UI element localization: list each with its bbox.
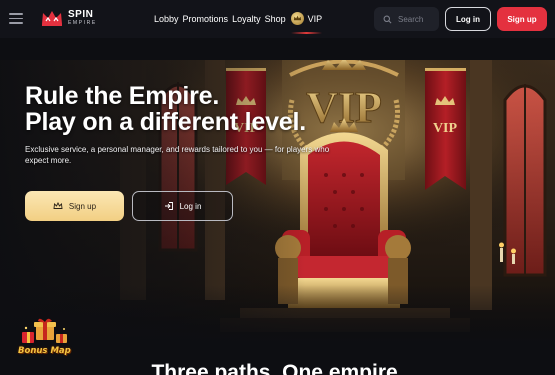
bonus-map-label: Bonus Map (18, 346, 71, 356)
search-icon (383, 15, 392, 23)
nav-item-promotions[interactable]: Promotions (183, 14, 229, 24)
hero-login-label: Log in (179, 201, 202, 211)
hero-signup-label: Sign up (68, 201, 97, 211)
active-nav-indicator (290, 32, 323, 34)
search-box[interactable] (374, 7, 439, 31)
nav-item-loyalty[interactable]: Loyalty (232, 14, 261, 24)
hero-login-button[interactable]: Log in (132, 191, 233, 221)
gift-boxes-icon (22, 318, 67, 343)
logo[interactable]: SPIN EMPIRE (40, 9, 97, 27)
section-title: Three paths. One empire. (151, 361, 404, 375)
nav-item-shop[interactable]: Shop (265, 14, 286, 24)
crown-logo-icon (42, 11, 62, 26)
nav-item-vip[interactable]: VIP (290, 12, 323, 34)
logo-subname: EMPIRE (68, 20, 97, 26)
crown-icon (53, 201, 63, 209)
hero-bottom-fade (0, 285, 555, 345)
main-nav: Lobby Promotions Loyalty Shop VIP (154, 12, 326, 34)
hero-signup-button[interactable]: Sign up (25, 191, 124, 221)
logo-name: SPIN (68, 9, 94, 20)
menu-icon[interactable] (9, 13, 23, 24)
nav-item-vip-label: VIP (307, 13, 323, 24)
search-input[interactable] (398, 14, 438, 24)
top-header: SPIN EMPIRE Lobby Promotions Loyalty Sho… (0, 0, 555, 38)
bonus-map-widget[interactable]: Bonus Map (16, 318, 72, 360)
hero-title-line-1: Rule the Empire. (25, 82, 220, 110)
hero-subtitle: Exclusive service, a personal manager, a… (25, 145, 330, 165)
hero-title-line-2: Play on a different level. (25, 108, 307, 136)
login-arrow-icon (164, 202, 173, 210)
vip-crown-icon (290, 12, 304, 25)
hero-title: Rule the Empire. Play on a different lev… (25, 83, 306, 135)
signup-button[interactable]: Sign up (497, 7, 547, 31)
login-button[interactable]: Log in (445, 7, 491, 31)
nav-item-lobby[interactable]: Lobby (154, 14, 179, 24)
